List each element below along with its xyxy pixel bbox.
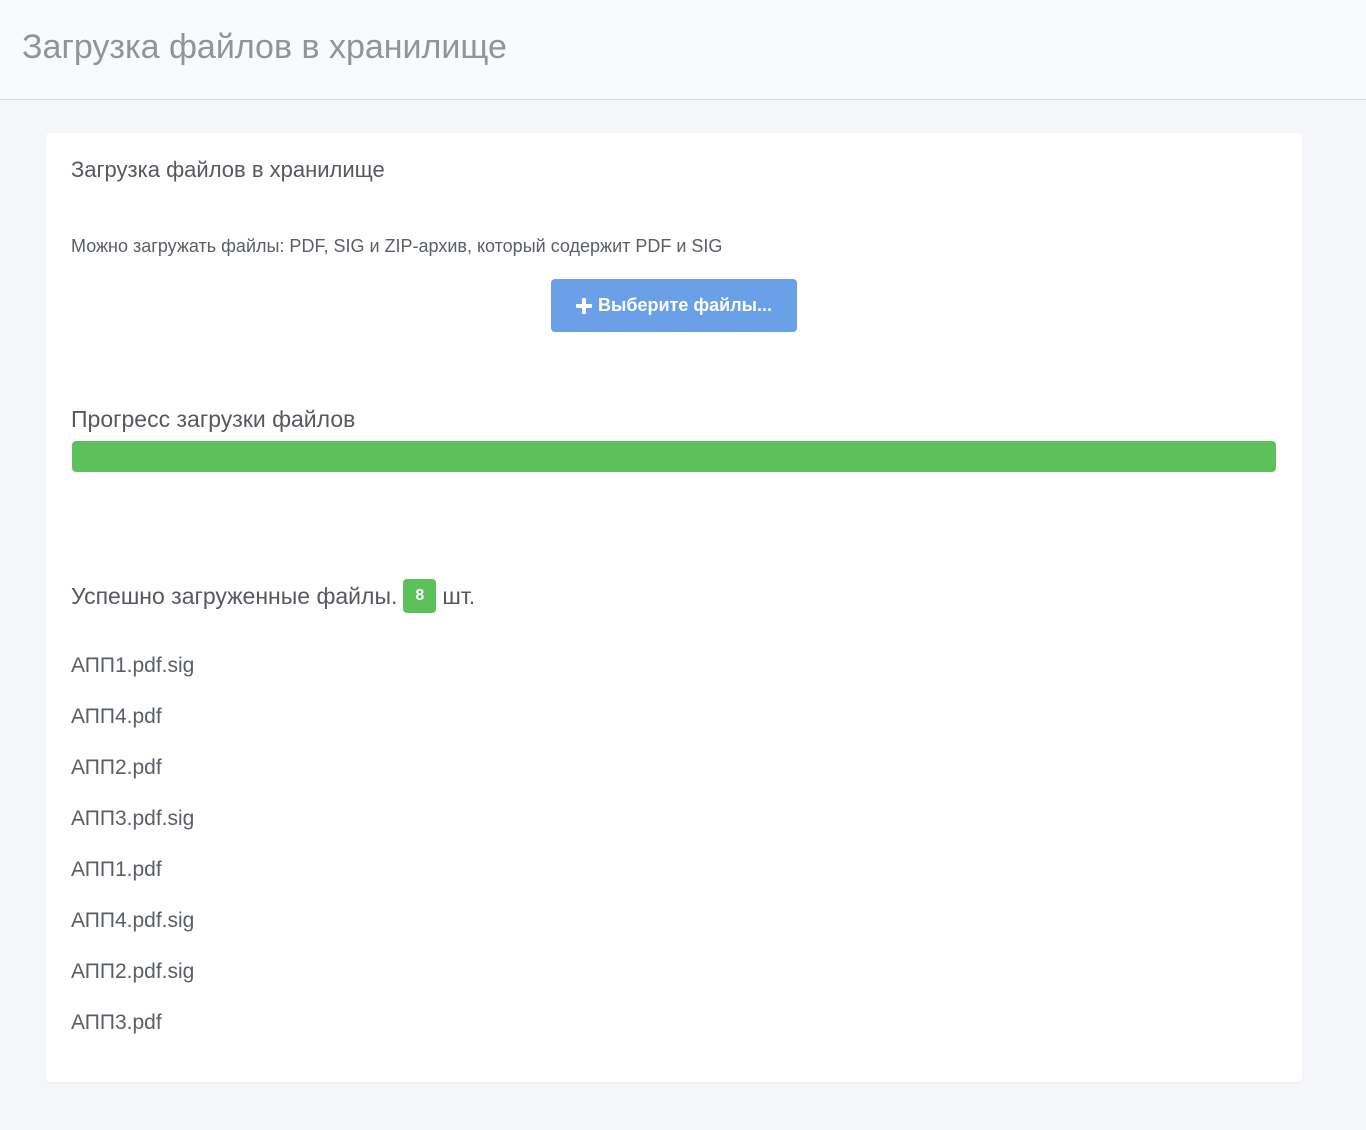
uploaded-file-item: АПП2.pdf.sig xyxy=(71,960,195,983)
upload-progress-bar xyxy=(72,441,1276,472)
card-title: Загрузка файлов в хранилище xyxy=(71,157,385,182)
uploaded-file-item: АПП4.pdf.sig xyxy=(71,909,195,932)
uploaded-files-title: Успешно загруженные файлы. 8 шт. xyxy=(71,579,475,613)
upload-card: Загрузка файлов в хранилище Можно загруж… xyxy=(46,133,1302,1082)
uploaded-file-item: АПП2.pdf xyxy=(71,756,162,779)
plus-icon xyxy=(575,297,592,314)
select-files-button[interactable]: Выберите файлы... xyxy=(551,279,797,332)
uploaded-count-badge: 8 xyxy=(403,579,437,613)
select-files-button-label: Выберите файлы... xyxy=(597,295,773,315)
progress-title: Прогресс загрузки файлов xyxy=(71,406,356,432)
uploaded-file-item: АПП3.pdf xyxy=(71,1011,162,1034)
uploaded-file-item: АПП1.pdf xyxy=(71,858,162,881)
allowed-files-hint: Можно загружать файлы: PDF, SIG и ZIP-ар… xyxy=(71,236,723,256)
uploaded-file-item: АПП1.pdf.sig xyxy=(71,654,195,677)
page-header: Загрузка файлов в хранилище xyxy=(0,0,1366,100)
uploaded-file-list: АПП1.pdf.sig АПП4.pdf АПП2.pdf АПП3.pdf.sig… xyxy=(71,651,194,1059)
uploaded-count-unit: шт. xyxy=(442,583,476,609)
upload-progress-fill xyxy=(72,441,1276,472)
uploaded-files-title-text: Успешно загруженные файлы. xyxy=(71,583,398,609)
uploaded-file-item: АПП3.pdf.sig xyxy=(71,807,195,830)
page-title: Загрузка файлов в хранилище xyxy=(22,28,507,66)
uploaded-file-item: АПП4.pdf xyxy=(71,705,162,728)
